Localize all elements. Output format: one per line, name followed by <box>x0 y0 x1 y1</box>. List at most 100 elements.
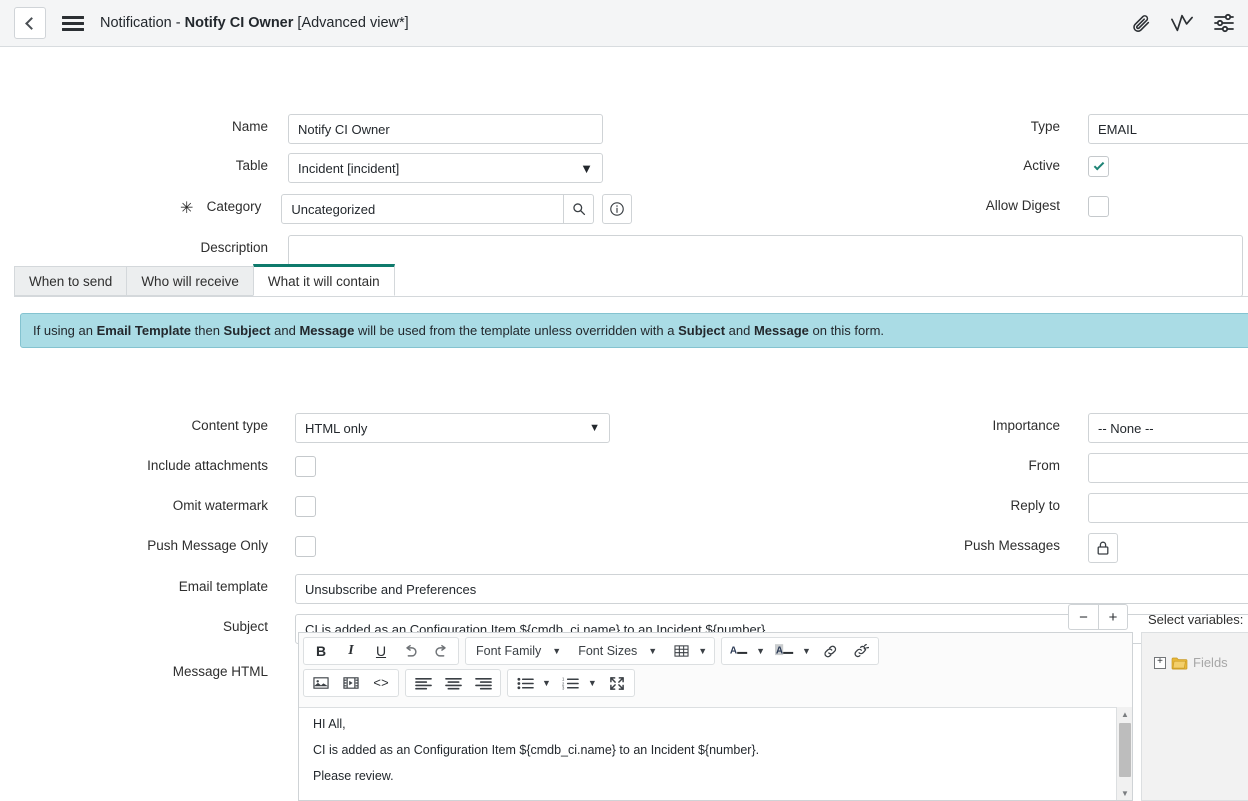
content-type-value: HTML only <box>305 420 368 436</box>
text-format-group: B I U <box>303 637 459 665</box>
required-marker-icon: ✳ <box>180 200 194 217</box>
bullet-list-icon[interactable] <box>510 670 540 696</box>
bold-button[interactable]: B <box>306 638 336 664</box>
table-select[interactable]: Incident [incident] ▼ <box>288 153 603 183</box>
from-input[interactable] <box>1088 453 1248 483</box>
editor-scrollbar[interactable]: ▲ ▼ <box>1116 707 1132 800</box>
hamburger-menu-icon[interactable] <box>62 13 84 34</box>
lock-icon[interactable] <box>1088 533 1118 563</box>
reply-to-input[interactable] <box>1088 493 1248 523</box>
field-row-type: Type EMAIL <box>960 114 1248 144</box>
svg-text:A: A <box>776 645 783 656</box>
back-button[interactable] <box>14 7 46 39</box>
field-row-content-type: Content type HTML only ▼ <box>140 413 610 443</box>
page-title-record: Notify CI Owner <box>184 15 294 31</box>
omit-watermark-label: Omit watermark <box>172 498 268 513</box>
allow-digest-checkbox[interactable] <box>1088 196 1109 217</box>
chevron-down-icon[interactable]: ▼ <box>800 646 816 656</box>
push-message-only-checkbox[interactable] <box>295 536 316 557</box>
source-code-icon[interactable]: <> <box>366 670 396 696</box>
include-attachments-label: Include attachments <box>147 458 268 473</box>
zoom-out-button[interactable]: − <box>1068 604 1098 630</box>
editor-toolbar-row-2: <> ▼ 1 2 3 ▼ <box>299 665 1132 697</box>
header-icon-group <box>1130 0 1236 46</box>
chevron-down-icon[interactable]: ▼ <box>545 646 570 656</box>
tab-what-it-will-contain[interactable]: What it will contain <box>252 264 395 296</box>
font-sizes-dropdown[interactable]: Font Sizes <box>570 644 641 658</box>
tree-node-fields[interactable]: + Fields <box>1142 633 1248 670</box>
importance-label: Importance <box>992 418 1060 433</box>
field-row-include-attachments: Include attachments <box>140 453 316 477</box>
description-textarea[interactable] <box>288 235 1243 297</box>
scroll-up-arrow-icon[interactable]: ▲ <box>1117 707 1133 721</box>
editor-zoom-control: − + <box>1068 604 1128 630</box>
chevron-down-icon: ▼ <box>580 160 593 176</box>
sliders-personalize-icon[interactable] <box>1212 12 1236 34</box>
tab-label: When to send <box>29 273 113 289</box>
color-link-group: A ▼ A ▼ <box>721 637 879 665</box>
name-label: Name <box>231 119 268 134</box>
chevron-down-icon[interactable]: ▼ <box>540 678 556 688</box>
field-row-reply-to: Reply to <box>960 493 1248 523</box>
insert-media-icon[interactable] <box>336 670 366 696</box>
italic-button[interactable]: I <box>336 638 366 664</box>
email-template-input[interactable]: Unsubscribe and Preferences <box>295 574 1248 604</box>
background-color-icon[interactable]: A <box>770 638 800 664</box>
scroll-down-arrow-icon[interactable]: ▼ <box>1117 786 1133 800</box>
tree-node-label: Fields <box>1193 655 1228 670</box>
align-center-icon[interactable] <box>438 670 468 696</box>
align-left-icon[interactable] <box>408 670 438 696</box>
chevron-down-icon[interactable]: ▼ <box>586 678 602 688</box>
message-html-label: Message HTML <box>172 664 268 679</box>
insert-image-icon[interactable] <box>306 670 336 696</box>
info-circle-icon[interactable] <box>602 194 633 224</box>
text-color-icon[interactable]: A <box>724 638 754 664</box>
svg-text:3: 3 <box>562 685 565 689</box>
active-label: Active <box>1023 158 1060 173</box>
importance-select[interactable]: -- None -- <box>1088 413 1248 443</box>
chevron-down-icon[interactable]: ▼ <box>641 646 666 656</box>
active-checkbox[interactable] <box>1088 156 1109 177</box>
from-label: From <box>1028 458 1061 473</box>
page-title-prefix: Notification - <box>100 15 185 31</box>
fullscreen-icon[interactable] <box>602 670 632 696</box>
email-template-label: Email template <box>178 579 268 594</box>
content-type-select[interactable]: HTML only ▼ <box>295 413 610 443</box>
table-icon[interactable] <box>666 638 696 664</box>
editor-content-area[interactable]: HI All, CI is added as an Configuration … <box>299 707 1132 800</box>
chevron-down-icon[interactable]: ▼ <box>754 646 770 656</box>
redo-arrow-icon[interactable] <box>426 638 456 664</box>
font-group: Font Family ▼ Font Sizes ▼ ▼ <box>465 637 716 665</box>
name-input[interactable]: Notify CI Owner <box>288 114 603 144</box>
search-icon[interactable] <box>564 194 595 224</box>
insert-group: <> <box>303 669 399 697</box>
omit-watermark-checkbox[interactable] <box>295 496 316 517</box>
field-row-category: ✳ Category Uncategorized <box>180 194 633 224</box>
include-attachments-checkbox[interactable] <box>295 456 316 477</box>
alignment-group <box>405 669 501 697</box>
chevron-down-icon[interactable]: ▼ <box>696 646 712 656</box>
align-right-icon[interactable] <box>468 670 498 696</box>
type-input[interactable]: EMAIL <box>1088 114 1248 144</box>
undo-arrow-icon[interactable] <box>396 638 426 664</box>
paperclip-icon[interactable] <box>1130 12 1152 34</box>
font-family-dropdown[interactable]: Font Family <box>468 644 545 658</box>
underline-button[interactable]: U <box>366 638 396 664</box>
editor-paragraph: Please review. <box>313 769 394 784</box>
push-message-only-label: Push Message Only <box>147 538 268 553</box>
zoom-in-button[interactable]: + <box>1098 604 1128 630</box>
field-row-importance: Importance -- None -- <box>960 413 1248 443</box>
tab-label: Who will receive <box>141 273 239 289</box>
activity-pulse-icon[interactable] <box>1170 12 1194 34</box>
unlink-icon[interactable] <box>846 638 876 664</box>
page-title: Notification - Notify CI Owner [Advanced… <box>100 15 409 31</box>
scrollbar-thumb[interactable] <box>1119 723 1131 777</box>
link-icon[interactable] <box>816 638 846 664</box>
tab-when-to-send[interactable]: When to send <box>14 266 127 296</box>
category-input[interactable]: Uncategorized <box>281 194 565 224</box>
field-row-allow-digest: Allow Digest <box>960 193 1109 217</box>
numbered-list-icon[interactable]: 1 2 3 <box>556 670 586 696</box>
tab-who-will-receive[interactable]: Who will receive <box>126 266 253 296</box>
expand-plus-icon[interactable]: + <box>1154 656 1166 669</box>
editor-paragraph: HI All, <box>313 717 346 731</box>
